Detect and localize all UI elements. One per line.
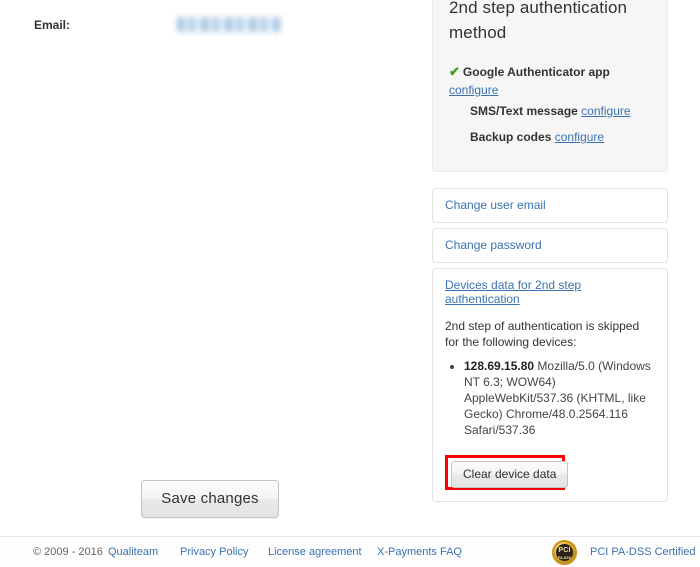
nav-item-change-user-email[interactable]: Change user email (432, 188, 668, 223)
email-label: Email: (34, 18, 71, 32)
copyright-text: © 2009 - 2016 (33, 546, 103, 558)
footer-link-qualiteam[interactable]: Qualiteam (108, 546, 158, 558)
footer-link-privacy-policy[interactable]: Privacy Policy (180, 546, 248, 558)
pci-seal-submark-text: PA-DSS (558, 556, 571, 560)
nav-item-change-password[interactable]: Change password (432, 228, 668, 263)
pci-certified-text: PCI PA-DSS Certified (590, 546, 696, 558)
email-field-row: Email: (0, 16, 420, 36)
footer-link-x-payments-faq[interactable]: X-Payments FAQ (377, 546, 462, 558)
devices-panel-heading-row: Devices data for 2nd step authentication (445, 278, 655, 306)
devices-data-panel: Devices data for 2nd step authentication… (432, 268, 668, 502)
configure-link-backup-codes[interactable]: configure (555, 130, 604, 144)
devices-description: 2nd step of authentication is skipped fo… (445, 319, 640, 349)
check-icon: ✔ (449, 64, 460, 79)
auth-method-title: 2nd step authentication method (449, 0, 628, 42)
email-value-redacted (177, 17, 281, 32)
save-changes-button[interactable]: Save changes (141, 480, 279, 518)
devices-data-heading-link[interactable]: Devices data for 2nd step authentication (445, 278, 581, 306)
configure-link-sms[interactable]: configure (581, 104, 630, 118)
auth-method-panel: 2nd step authentication method ✔ Google A… (432, 0, 668, 172)
pci-seal-mark: PCI PA-DSS (556, 544, 573, 561)
auth-method-google-authenticator: ✔ Google Authenticator app configure (449, 63, 651, 99)
pci-seal-mark-text: PCI (558, 547, 571, 554)
page-footer: © 2009 - 2016 Qualiteam Privacy Policy L… (0, 536, 700, 567)
configure-link-google-authenticator[interactable]: configure (449, 82, 651, 99)
list-item: 128.69.15.80 Mozilla/5.0 (Windows NT 6.3… (464, 358, 655, 438)
auth-method-sms: SMS/Text message configure (449, 103, 651, 120)
save-button-wrapper: Save changes (0, 480, 420, 518)
change-user-email-link[interactable]: Change user email (445, 198, 546, 212)
clear-device-data-button[interactable]: Clear device data (451, 461, 569, 488)
pci-seal-icon: PCI PA-DSS (552, 540, 577, 565)
clear-device-data-wrapper: Clear device data (445, 455, 655, 490)
auth-method-name: Google Authenticator app (462, 65, 610, 79)
account-form-area: Email: Save changes (0, 0, 420, 520)
auth-method-backup-codes: Backup codes configure (449, 129, 651, 146)
sidebar: 2nd step authentication method ✔ Google A… (432, 0, 668, 502)
device-list: 128.69.15.80 Mozilla/5.0 (Windows NT 6.3… (445, 358, 655, 438)
footer-link-license-agreement[interactable]: License agreement (268, 546, 362, 558)
auth-method-name: SMS/Text message (470, 104, 578, 118)
device-ip: 128.69.15.80 (464, 359, 535, 373)
auth-method-name: Backup codes (470, 130, 552, 144)
change-password-link[interactable]: Change password (445, 238, 542, 252)
